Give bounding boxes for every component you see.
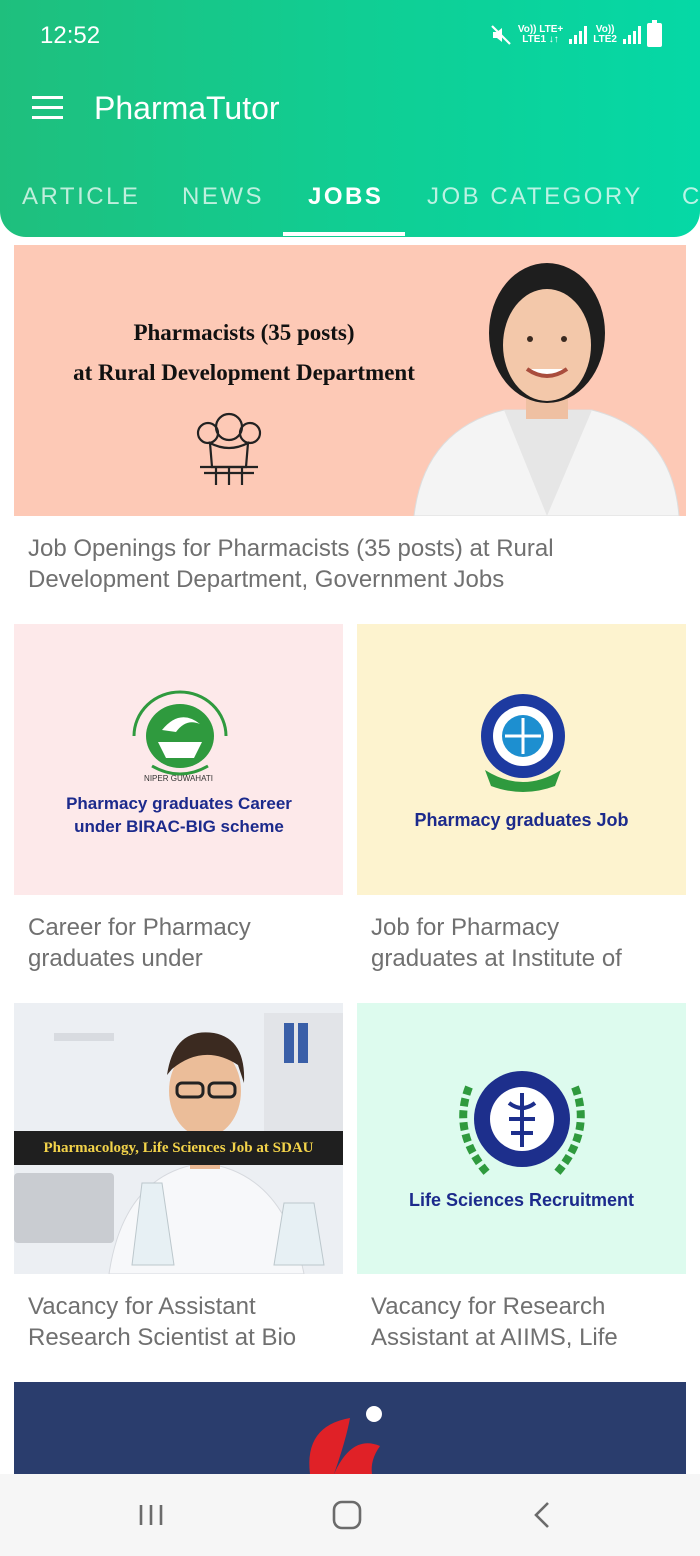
signal-icon [569,26,588,44]
tab-article[interactable]: ARTICLE [22,183,140,211]
job-card-image: Pharmacy graduates Job [357,624,686,895]
signal-icon [623,26,641,44]
featured-job-image: Pharmacists (35 posts) at Rural Developm… [14,245,686,516]
tab-partial[interactable]: C [682,183,700,211]
pharmacist-photo [413,263,680,516]
job-card-image: Pharmacology, Life Sciences Job at SDAU [14,1003,343,1274]
tab-jobs[interactable]: JOBS [308,183,383,211]
job-card-caption: Vacancy for Research Assistant at AIIMS,… [371,1293,618,1351]
emblem-icon [196,412,262,485]
mute-icon [491,25,511,45]
tab-job-category[interactable]: JOB CATEGORY [427,183,643,211]
status-icons: Vo)) LTE+ LTE1 ↓↑ Vo)) LTE2 [490,20,662,48]
system-navigation-bar [0,1474,700,1556]
niper-logo-icon [132,690,228,776]
tab-news[interactable]: NEWS [182,183,264,211]
app-title: PharmaTutor [94,90,280,126]
featured-job-card[interactable]: Pharmacists (35 posts) at Rural Developm… [14,245,686,610]
featured-job-caption: Job Openings for Pharmacists (35 posts) … [28,535,554,593]
job-card-partial[interactable] [14,1382,686,1474]
home-icon[interactable] [317,1494,377,1536]
job-card-caption: Career for Pharmacy graduates under [28,914,251,972]
battery-icon [647,20,662,47]
job-card-headline-banner: Pharmacology, Life Sciences Job at SDAU [14,1131,343,1165]
ict-logo-icon [481,694,565,792]
app-bar: 12:52 Vo)) LTE+ LTE1 ↓↑ Vo)) LTE2 Pharma… [0,0,700,237]
back-icon[interactable] [513,1494,573,1536]
job-card-ict[interactable]: Pharmacy graduates Job Job for Pharmacy … [357,624,686,989]
status-bar: 12:52 Vo)) LTE+ LTE1 ↓↑ Vo)) LTE2 [0,0,700,62]
job-card-caption: Vacancy for Assistant Research Scientist… [28,1293,297,1351]
job-card-aiims[interactable]: Life Sciences Recruitment Vacancy for Re… [357,1003,686,1368]
job-card-image: Life Sciences Recruitment [357,1003,686,1274]
job-card-image: NIPER GUWAHATI Pharmacy graduates Career… [14,624,343,895]
status-time: 12:52 [40,22,101,49]
job-card-headline: Pharmacology, Life Sciences Job at SDAU [43,1140,314,1156]
sim1-network-label: Vo)) LTE+ LTE1 ↓↑ [517,24,564,45]
job-card-niper[interactable]: NIPER GUWAHATI Pharmacy graduates Career… [14,624,343,989]
company-logo-icon [309,1406,382,1474]
niper-logo-text: NIPER GUWAHATI [144,774,213,783]
job-card-caption: Job for Pharmacy graduates at Institute … [371,914,622,972]
tab-indicator [283,232,405,236]
tab-bar: ARTICLE NEWS JOBS JOB CATEGORY C [0,176,700,237]
job-card-headline: Pharmacy graduates Career under BIRAC-BI… [66,794,292,836]
job-card-sdau[interactable]: Pharmacology, Life Sciences Job at SDAU … [14,1003,343,1368]
job-card-headline: Life Sciences Recruitment [408,1190,635,1210]
sim2-network-label: Vo)) LTE2 [593,24,617,45]
recent-apps-icon[interactable] [121,1494,181,1536]
menu-icon[interactable] [32,96,64,120]
job-card-headline: Pharmacy graduates Job [414,810,629,830]
aiims-logo-icon [459,1071,585,1178]
